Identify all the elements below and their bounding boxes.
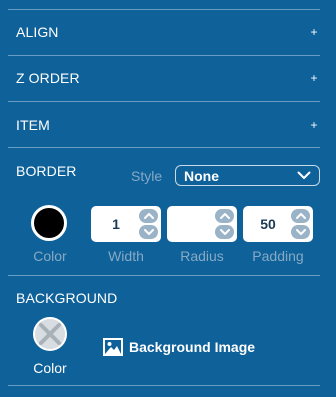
decrement-button[interactable] [291, 225, 310, 239]
chevron-down-icon [219, 229, 230, 235]
properties-panel: ALIGN + Z ORDER + ITEM + BORDER Style No… [0, 0, 336, 397]
no-color-icon[interactable] [32, 316, 68, 352]
plus-icon[interactable]: + [308, 71, 320, 85]
border-width-value[interactable]: 1 [95, 206, 137, 242]
section-background-title: BACKGROUND [16, 290, 118, 306]
decrement-button[interactable] [139, 225, 158, 239]
chevron-down-icon [297, 171, 311, 180]
border-padding-value[interactable]: 50 [247, 206, 289, 242]
border-style-select[interactable]: None [175, 165, 320, 186]
section-align[interactable]: ALIGN + [16, 17, 320, 47]
divider [8, 9, 320, 10]
background-image-label: Background Image [129, 339, 256, 355]
border-style-label: Style [131, 168, 163, 184]
chevron-down-icon [143, 229, 154, 235]
section-item-title: ITEM [16, 117, 50, 133]
chevron-up-icon [295, 213, 306, 219]
chevron-down-icon [295, 229, 306, 235]
background-image-button[interactable]: Background Image [103, 336, 255, 358]
section-z-order-title: Z ORDER [16, 70, 80, 86]
border-radius-stepper[interactable] [167, 206, 237, 242]
border-width-stepper[interactable]: 1 [91, 206, 161, 242]
border-radius-label: Radius [180, 248, 224, 264]
plus-icon[interactable]: + [308, 25, 320, 39]
border-color-swatch[interactable] [31, 205, 67, 241]
increment-button[interactable] [215, 209, 234, 223]
image-icon [103, 338, 123, 356]
divider [8, 55, 320, 56]
divider [8, 385, 320, 386]
chevron-up-icon [219, 213, 230, 219]
increment-button[interactable] [139, 209, 158, 223]
border-width-label: Width [108, 248, 144, 264]
plus-icon[interactable]: + [308, 118, 320, 132]
border-style-value: None [184, 167, 219, 184]
border-color-label: Color [33, 248, 67, 264]
section-align-title: ALIGN [16, 24, 59, 40]
section-item[interactable]: ITEM + [16, 110, 320, 140]
border-radius-value[interactable] [171, 206, 213, 242]
divider [8, 275, 320, 276]
section-z-order[interactable]: Z ORDER + [16, 63, 320, 93]
increment-button[interactable] [291, 209, 310, 223]
border-padding-stepper[interactable]: 50 [243, 206, 313, 242]
divider [8, 147, 320, 148]
divider [8, 101, 320, 102]
section-border-title: BORDER [16, 163, 77, 179]
decrement-button[interactable] [215, 225, 234, 239]
background-color-label: Color [33, 360, 67, 376]
border-padding-label: Padding [252, 248, 304, 264]
chevron-up-icon [143, 213, 154, 219]
